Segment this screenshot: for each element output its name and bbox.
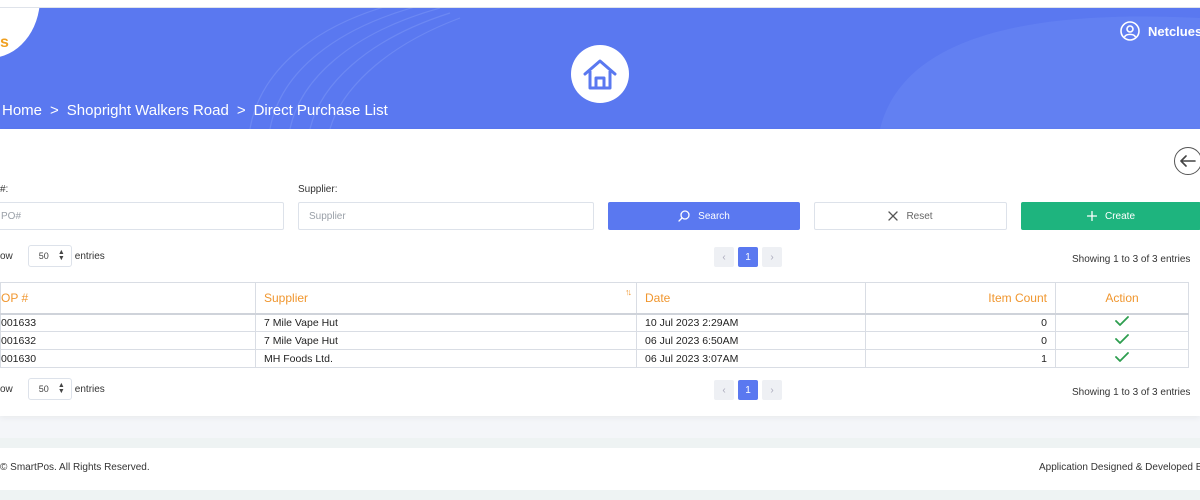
table-row: 001632 7 Mile Vape Hut 06 Jul 2023 6:50A…	[0, 331, 1189, 350]
cell-po: 001633	[0, 313, 256, 332]
user-name: Netclues	[1148, 23, 1200, 39]
cell-supplier: MH Foods Ltd.	[255, 349, 637, 368]
po-search-input[interactable]	[0, 202, 284, 230]
cell-supplier: 7 Mile Vape Hut	[255, 331, 637, 350]
page-length-value: 50	[38, 384, 49, 394]
breadcrumb-store[interactable]: Shopright Walkers Road	[67, 102, 229, 119]
copyright-text: © SmartPos. All Rights Reserved.	[0, 462, 150, 473]
close-icon	[888, 211, 899, 221]
table-row: 001633 7 Mile Vape Hut 10 Jul 2023 2:29A…	[0, 313, 1189, 332]
search-icon	[678, 210, 690, 222]
credit-text: Application Designed & Developed B	[1039, 462, 1200, 473]
column-header-date[interactable]: Date	[636, 282, 866, 315]
footer-divider	[0, 438, 1200, 448]
check-icon[interactable]	[1115, 316, 1129, 327]
next-page-button[interactable]: ›	[762, 380, 782, 400]
back-button[interactable]	[1174, 147, 1200, 175]
page-length-select[interactable]: 50 ▲ ▼	[27, 378, 72, 400]
cell-date: 06 Jul 2023 3:07AM	[636, 349, 866, 368]
column-header-supplier-label: Supplier	[264, 290, 309, 305]
cell-date: 10 Jul 2023 2:29AM	[636, 313, 866, 332]
purchase-table: OP # Supplier ↑↓ Date Item Count Action …	[0, 282, 1189, 368]
search-button-label: Search	[698, 210, 730, 222]
page-button[interactable]: 1	[738, 380, 758, 400]
table-info-bottom: Showing 1 to 3 of 3 entries	[1072, 387, 1191, 398]
page-footer: © SmartPos. All Rights Reserved. Applica…	[0, 448, 1200, 490]
entries-label: entries	[74, 383, 105, 395]
length-control-bottom: ow 50 ▲ ▼ entries	[0, 378, 105, 400]
cell-action	[1055, 331, 1189, 350]
create-button-label: Create	[1104, 210, 1135, 222]
supplier-label: Supplier:	[298, 184, 338, 195]
cell-item-count: 0	[865, 331, 1056, 350]
breadcrumb: Home > Shopright Walkers Road > Direct P…	[2, 102, 388, 119]
cell-po: 001630	[0, 349, 256, 368]
search-button[interactable]: Search	[608, 202, 800, 230]
column-header-action: Action	[1055, 282, 1189, 315]
length-control-top: ow 50 ▲ ▼ entries	[0, 245, 105, 267]
cell-action	[1055, 313, 1189, 332]
direct-purchase-card: #: Supplier: Search Reset Create ow 50 ▲…	[0, 129, 1200, 416]
sort-updown-icon: ▲ ▼	[57, 249, 65, 262]
next-page-button[interactable]: ›	[762, 247, 782, 267]
pagination-top: ‹ 1 ›	[714, 247, 782, 267]
cell-item-count: 1	[865, 349, 1056, 368]
create-button[interactable]: Create	[1021, 202, 1200, 230]
user-menu[interactable]: Netclues	[1120, 21, 1200, 41]
cell-supplier: 7 Mile Vape Hut	[255, 313, 637, 332]
page-length-value: 50	[38, 251, 49, 261]
column-header-item-count[interactable]: Item Count	[865, 282, 1056, 315]
user-icon	[1120, 21, 1140, 41]
cell-action	[1055, 349, 1189, 368]
column-header-po[interactable]: OP #	[0, 282, 256, 315]
bottom-band	[0, 490, 1200, 500]
sort-updown-icon: ▲ ▼	[57, 382, 65, 395]
reset-button-label: Reset	[906, 210, 933, 222]
top-strip	[0, 0, 1200, 8]
table-header-row: OP # Supplier ↑↓ Date Item Count Action	[0, 282, 1189, 315]
supplier-search-input[interactable]	[298, 202, 594, 230]
show-label: ow	[0, 250, 13, 262]
cell-date: 06 Jul 2023 6:50AM	[636, 331, 866, 350]
previous-page-button[interactable]: ‹	[714, 380, 734, 400]
column-header-supplier[interactable]: Supplier ↑↓	[255, 282, 637, 315]
breadcrumb-separator: >	[236, 102, 246, 119]
check-icon[interactable]	[1115, 334, 1129, 344]
plus-icon	[1086, 211, 1097, 221]
home-button[interactable]	[571, 45, 629, 103]
breadcrumb-home[interactable]: Home	[2, 102, 42, 119]
page-header: s Home > Shopright Walkers Road > Direct…	[0, 8, 1200, 129]
cell-po: 001632	[0, 331, 256, 350]
previous-page-button[interactable]: ‹	[714, 247, 734, 267]
table-row: 001630 MH Foods Ltd. 06 Jul 2023 3:07AM …	[0, 349, 1189, 368]
reset-button[interactable]: Reset	[814, 202, 1007, 230]
cell-item-count: 0	[865, 313, 1056, 332]
home-icon	[583, 59, 617, 90]
breadcrumb-separator: >	[50, 102, 59, 119]
page-button[interactable]: 1	[738, 247, 758, 267]
pagination-bottom: ‹ 1 ›	[714, 380, 782, 400]
arrow-left-icon	[1180, 155, 1196, 167]
table-info-top: Showing 1 to 3 of 3 entries	[1072, 254, 1191, 265]
sort-icon: ↑↓	[625, 287, 632, 297]
entries-label: entries	[74, 250, 105, 262]
app-logo[interactable]: s	[0, 34, 9, 52]
check-icon[interactable]	[1115, 352, 1129, 362]
show-label: ow	[0, 383, 13, 395]
breadcrumb-current: Direct Purchase List	[253, 102, 388, 119]
po-label: #:	[0, 184, 9, 195]
page-length-select[interactable]: 50 ▲ ▼	[27, 245, 72, 267]
